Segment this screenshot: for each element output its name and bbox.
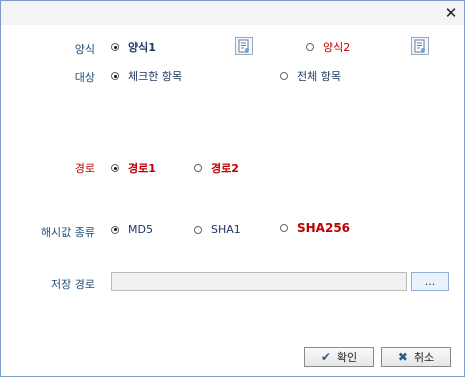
path1-label: 경로1 bbox=[128, 162, 156, 175]
hash-type-label: 해시값 종류 bbox=[40, 226, 95, 239]
close-icon[interactable]: ✕ bbox=[442, 4, 460, 22]
format2-document-button[interactable] bbox=[411, 37, 429, 55]
path1-radio[interactable]: 경로1 bbox=[111, 160, 156, 176]
target-checked-radio[interactable]: 체크한 항목 bbox=[111, 68, 182, 84]
path2-radio[interactable]: 경로2 bbox=[194, 160, 239, 176]
format-label: 양식 bbox=[74, 43, 95, 56]
title-bar: ✕ bbox=[1, 1, 464, 25]
target-option2-label: 전체 항목 bbox=[297, 70, 341, 83]
sha1-label: SHA1 bbox=[211, 223, 241, 236]
target-label: 대상 bbox=[74, 71, 95, 84]
hash-export-dialog: ✕ 양식 양식1 양식2 대상 체크한 항목 전체 항목 경로 경로1 경로2 … bbox=[0, 0, 465, 377]
radio-unselected-icon bbox=[306, 43, 314, 51]
target-all-radio[interactable]: 전체 항목 bbox=[280, 68, 341, 84]
cancel-button[interactable]: ✖ 취소 bbox=[381, 347, 451, 367]
target-option1-label: 체크한 항목 bbox=[128, 70, 183, 83]
md5-label: MD5 bbox=[128, 223, 153, 236]
format-option2-radio[interactable]: 양식2 bbox=[306, 39, 350, 55]
ok-button-label: 확인 bbox=[336, 351, 358, 364]
ok-button[interactable]: ✔ 확인 bbox=[304, 347, 374, 367]
cancel-button-label: 취소 bbox=[413, 351, 435, 364]
radio-selected-icon bbox=[111, 72, 119, 80]
radio-unselected-icon bbox=[280, 224, 288, 232]
sha1-radio[interactable]: SHA1 bbox=[194, 223, 241, 236]
format-option1-label: 양식1 bbox=[128, 41, 156, 54]
path-choice-label: 경로 bbox=[74, 162, 95, 175]
radio-selected-icon bbox=[111, 43, 119, 51]
browse-button[interactable]: ... bbox=[411, 272, 449, 291]
sha256-radio[interactable]: SHA256 bbox=[280, 221, 350, 235]
save-path-field[interactable] bbox=[111, 272, 407, 291]
document-settings-icon bbox=[238, 39, 249, 53]
radio-unselected-icon bbox=[194, 225, 202, 234]
format-option1-radio[interactable]: 양식1 bbox=[111, 39, 156, 55]
radio-selected-icon bbox=[111, 225, 119, 234]
path2-label: 경로2 bbox=[211, 162, 239, 175]
check-icon: ✔ bbox=[320, 350, 331, 364]
format-option2-label: 양식2 bbox=[323, 41, 351, 54]
save-path-label: 저장 경로 bbox=[51, 278, 95, 291]
sha256-label: SHA256 bbox=[297, 221, 351, 235]
radio-unselected-icon bbox=[194, 164, 202, 172]
md5-radio[interactable]: MD5 bbox=[111, 223, 153, 236]
radio-unselected-icon bbox=[280, 72, 288, 80]
format1-document-button[interactable] bbox=[235, 37, 253, 55]
document-settings-icon bbox=[414, 39, 425, 53]
x-icon: ✖ bbox=[397, 350, 408, 364]
radio-selected-icon bbox=[111, 164, 119, 172]
